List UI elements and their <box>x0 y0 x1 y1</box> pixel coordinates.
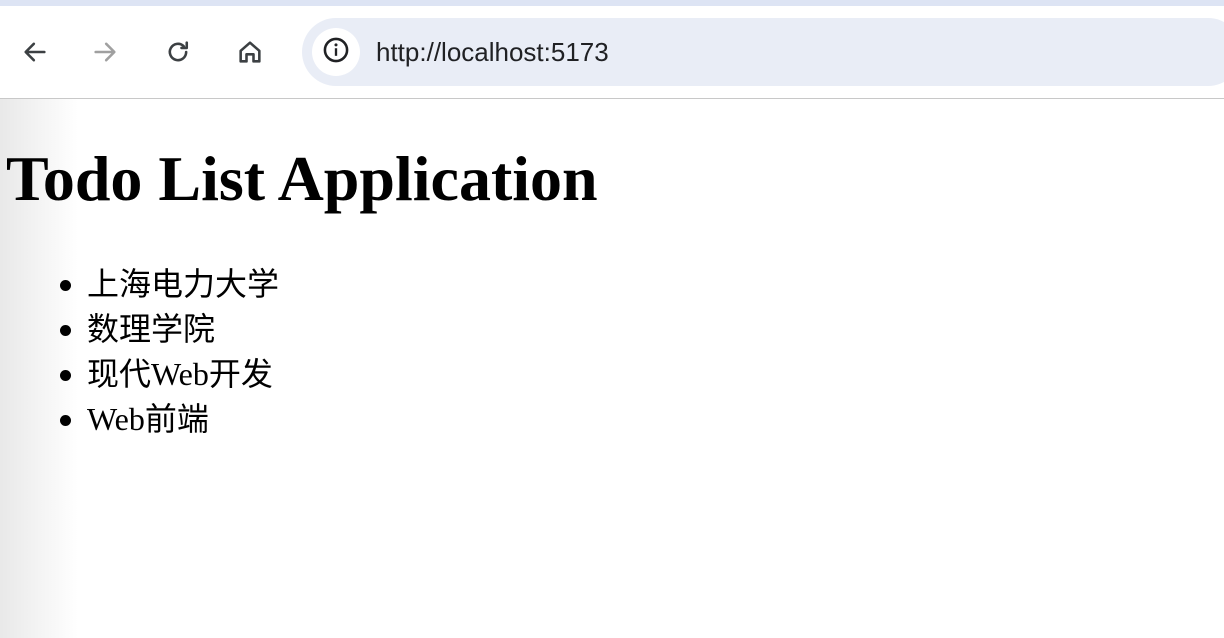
list-item: 上海电力大学 <box>0 262 279 307</box>
home-icon <box>236 38 264 66</box>
list-item: 数理学院 <box>0 307 279 352</box>
forward-arrow-icon <box>91 38 119 66</box>
browser-toolbar: http://localhost:5173 <box>0 6 1224 99</box>
forward-button[interactable] <box>83 30 127 74</box>
url-text[interactable]: http://localhost:5173 <box>376 37 609 67</box>
back-button[interactable] <box>13 30 57 74</box>
todo-list: 上海电力大学 数理学院 现代Web开发 Web前端 <box>0 262 279 442</box>
todo-text: 数理学院 <box>87 311 216 347</box>
reload-button[interactable] <box>156 30 200 74</box>
list-item: 现代Web开发 <box>0 352 279 397</box>
todo-text: Web前端 <box>87 401 209 437</box>
reload-icon <box>164 38 192 66</box>
page-content: Todo List Application 上海电力大学 数理学院 现代Web开… <box>0 99 1224 638</box>
address-bar[interactable]: http://localhost:5173 <box>302 18 1224 86</box>
info-icon <box>322 36 350 69</box>
home-button[interactable] <box>228 30 272 74</box>
page-title: Todo List Application <box>6 143 598 214</box>
todo-text: 现代Web开发 <box>87 356 273 392</box>
bullet <box>60 280 71 291</box>
todo-text: 上海电力大学 <box>87 266 280 302</box>
bullet <box>60 325 71 336</box>
site-info-button[interactable] <box>312 28 360 76</box>
back-arrow-icon <box>21 38 49 66</box>
bullet <box>60 370 71 381</box>
list-item: Web前端 <box>0 397 279 442</box>
bullet <box>60 415 71 426</box>
